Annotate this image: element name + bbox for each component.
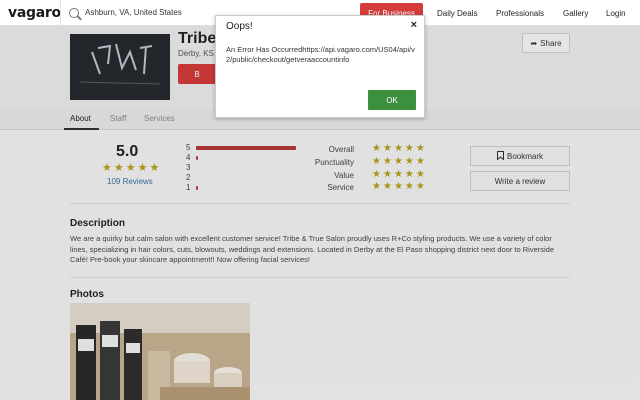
star-icon: ★ — [372, 169, 381, 180]
share-button[interactable]: ➦ Share — [522, 33, 570, 53]
star-icon: ★ — [137, 162, 148, 174]
professionals-link[interactable]: Professionals — [496, 3, 544, 23]
business-name: Tribe — [178, 30, 217, 47]
value-stars: ★ ★ ★ ★ ★ — [372, 170, 425, 180]
category-value: Value — [334, 171, 354, 180]
share-icon: ➦ — [530, 38, 538, 48]
star-icon: ★ — [404, 156, 414, 167]
book-button[interactable]: B — [178, 64, 216, 84]
dist-label-1: 1 — [186, 183, 191, 192]
dist-bar-4 — [196, 156, 198, 160]
star-icon: ★ — [372, 156, 381, 167]
star-icon: ★ — [415, 181, 425, 192]
dist-label-3: 3 — [186, 163, 191, 172]
dist-label-5: 5 — [186, 143, 191, 152]
salon-photo[interactable] — [70, 303, 250, 400]
star-icon: ★ — [382, 181, 392, 192]
star-icon: ★ — [415, 156, 425, 167]
ok-button[interactable]: OK — [368, 90, 416, 110]
gallery-link[interactable]: Gallery — [563, 3, 588, 23]
star-icon: ★ — [382, 156, 392, 167]
tab-staff[interactable]: Staff — [110, 114, 126, 123]
bookmark-icon — [496, 150, 504, 162]
star-icon: ★ — [393, 169, 403, 180]
star-icon: ★ — [404, 181, 414, 192]
star-icon: ★ — [393, 156, 403, 167]
bookmark-button[interactable]: Bookmark — [470, 146, 570, 166]
dialog-title: Oops! — [226, 21, 253, 32]
star-icon: ★ — [149, 162, 160, 174]
star-icon: ★ — [382, 143, 392, 154]
star-icon: ★ — [113, 162, 124, 174]
active-tab-indicator — [64, 128, 99, 130]
login-link[interactable]: Login — [606, 3, 626, 23]
daily-deals-link[interactable]: Daily Deals — [437, 3, 477, 23]
dist-bar-1 — [196, 186, 198, 190]
reviews-count-link[interactable]: 109 Reviews — [107, 177, 153, 186]
category-service: Service — [327, 183, 354, 192]
write-review-button[interactable]: Write a review — [470, 171, 570, 191]
star-icon: ★ — [415, 169, 425, 180]
overall-stars: ★ ★ ★ ★ ★ — [372, 144, 425, 154]
error-dialog: Oops! × An Error Has Occurredhttps://api… — [215, 15, 425, 118]
star-icon: ★ — [125, 162, 136, 174]
search-icon — [69, 7, 79, 18]
business-thumbnail[interactable] — [70, 34, 170, 100]
bookmark-label: Bookmark — [506, 151, 543, 161]
rating-stars: ★ ★ ★ ★ ★ — [102, 162, 160, 174]
category-overall: Overall — [328, 145, 354, 154]
star-icon: ★ — [404, 143, 414, 154]
star-icon: ★ — [102, 162, 112, 174]
tab-about[interactable]: About — [70, 114, 91, 123]
tab-services[interactable]: Services — [144, 114, 175, 123]
photos-title: Photos — [70, 289, 104, 300]
service-stars: ★ ★ ★ ★ ★ — [372, 182, 425, 192]
star-icon: ★ — [415, 143, 425, 154]
dist-label-4: 4 — [186, 153, 191, 162]
star-icon: ★ — [393, 181, 403, 192]
star-icon: ★ — [372, 143, 381, 154]
star-icon: ★ — [404, 169, 414, 180]
star-icon: ★ — [372, 181, 381, 192]
description-title: Description — [70, 218, 126, 229]
star-icon: ★ — [393, 143, 403, 154]
business-location: Derby, KS — [178, 49, 214, 58]
dist-bar-5 — [196, 146, 296, 150]
dist-label-2: 2 — [186, 173, 191, 182]
description-text: We are a quirky but calm salon with exce… — [70, 234, 555, 264]
close-icon[interactable]: × — [411, 19, 417, 31]
section-divider — [70, 277, 570, 278]
section-divider — [70, 203, 570, 204]
star-icon: ★ — [382, 169, 392, 180]
error-message: An Error Has Occurredhttps://api.vagaro.… — [226, 45, 415, 64]
share-label: Share — [540, 38, 562, 48]
category-punctuality: Punctuality — [314, 158, 354, 167]
punctuality-stars: ★ ★ ★ ★ ★ — [372, 157, 425, 167]
rating-score: 5.0 — [116, 143, 139, 160]
vagaro-logo[interactable]: vagaro — [0, 5, 61, 21]
